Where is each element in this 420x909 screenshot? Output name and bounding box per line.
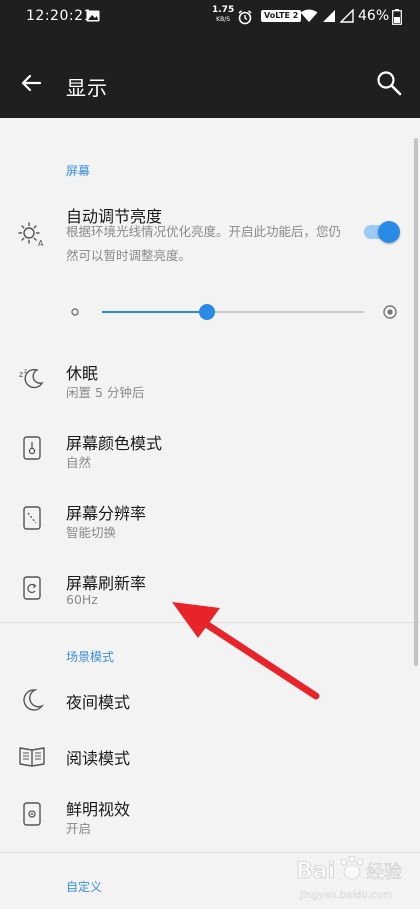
reading-mode-title: 阅读模式	[66, 749, 131, 768]
auto-brightness-row[interactable]: A 自动调节亮度 根据环境光线情况优化亮度。开启此功能后，您仍然可以暂时调整亮度…	[0, 200, 420, 274]
status-time: 12:20:21	[26, 8, 93, 24]
vivid-summary: 开启	[66, 821, 92, 836]
alarm-icon	[238, 10, 252, 25]
signal-secondary-icon	[340, 9, 354, 23]
brightness-low-icon	[71, 308, 79, 316]
book-icon	[19, 747, 45, 767]
reading-mode-row[interactable]: 阅读模式	[0, 736, 420, 776]
auto-brightness-summary: 根据环境光线情况优化亮度。开启此功能后，您仍然可以暂时调整亮度。	[66, 224, 342, 263]
refresh-rate-icon	[23, 576, 41, 600]
refresh-rate-summary: 60Hz	[66, 592, 98, 607]
auto-brightness-toggle[interactable]	[362, 220, 400, 244]
brightness-auto-icon: A	[18, 222, 44, 248]
toggle-thumb[interactable]	[378, 221, 400, 243]
resolution-summary: 智能切换	[66, 525, 117, 540]
resolution-title: 屏幕分辨率	[66, 504, 147, 523]
network-speed-unit: KB/S	[216, 16, 231, 23]
annotation-arrow-icon	[172, 602, 320, 700]
night-mode-title: 夜间模式	[66, 693, 131, 712]
wifi-icon	[300, 9, 318, 22]
section-header-scene: 场景模式	[66, 650, 115, 664]
night-moon-icon	[23, 689, 45, 711]
signal-icon	[323, 10, 335, 22]
vivid-row[interactable]: 鲜明视效 开启	[0, 788, 420, 844]
svg-text:经验: 经验	[366, 862, 402, 883]
search-icon[interactable]	[374, 68, 404, 98]
battery-icon	[392, 9, 402, 25]
color-mode-summary: 自然	[66, 455, 92, 470]
brightness-slider[interactable]	[66, 300, 406, 324]
section-header-custom: 自定义	[66, 880, 103, 894]
slider-thumb[interactable]	[198, 304, 215, 320]
sleep-moon-icon: z z	[19, 368, 44, 389]
slider-fill	[102, 311, 207, 313]
svg-text:z: z	[19, 370, 23, 379]
app-bar: 显示	[0, 34, 420, 118]
vivid-title: 鲜明视效	[66, 800, 131, 819]
battery-percent: 46%	[358, 8, 390, 24]
svg-text:A: A	[38, 239, 44, 248]
network-speed-value: 1.75	[212, 5, 235, 15]
color-mode-title: 屏幕颜色模式	[66, 434, 163, 453]
color-mode-row[interactable]: 屏幕颜色模式 自然	[0, 422, 420, 478]
resolution-icon	[23, 506, 41, 530]
brightness-high-icon	[383, 305, 397, 319]
scrollbar[interactable]	[414, 138, 418, 666]
sleep-title: 休眠	[66, 364, 99, 383]
svg-text:jingyan.baidu.com: jingyan.baidu.com	[299, 890, 392, 901]
volte-badge: VoLTE 2	[261, 10, 302, 22]
svg-text:Bai: Bai	[296, 859, 335, 884]
image-notification-icon	[86, 10, 100, 22]
svg-text:z: z	[24, 368, 27, 375]
sleep-row[interactable]: z z 休眠 闲置 5 分钟后	[0, 352, 420, 408]
color-mode-icon	[23, 436, 41, 460]
refresh-rate-title: 屏幕刷新率	[66, 574, 147, 593]
baidu-watermark-logo: Bai 经验 jingyan.baidu.com	[296, 855, 402, 901]
vivid-display-icon	[23, 802, 41, 826]
settings-list: 屏幕 A 自动调节亮度 根据环境光线情况优化亮度。开启此功能后，您仍然可以暂时调…	[0, 118, 420, 909]
section-header-screen: 屏幕	[66, 164, 91, 178]
sleep-summary: 闲置 5 分钟后	[66, 385, 145, 400]
resolution-row[interactable]: 屏幕分辨率 智能切换	[0, 492, 420, 548]
status-bar: 12:20:21 1.75 KB/S VoLTE 2 46%	[0, 0, 420, 34]
network-speed: 1.75 KB/S	[212, 6, 234, 24]
back-arrow-icon[interactable]	[16, 68, 46, 98]
page-title: 显示	[66, 76, 108, 100]
